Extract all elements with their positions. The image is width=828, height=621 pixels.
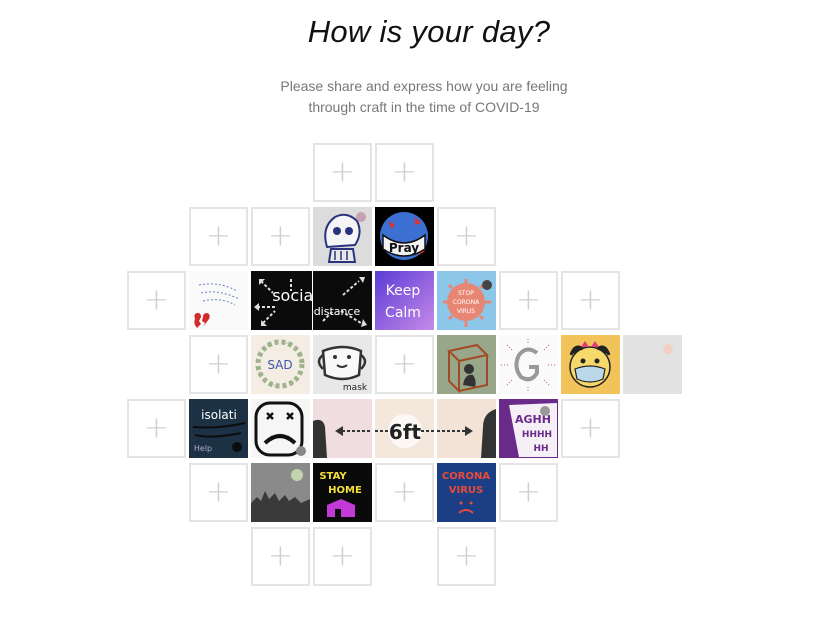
skull-drawing-icon bbox=[313, 207, 372, 266]
craft-tile-mask[interactable]: mask bbox=[313, 335, 372, 394]
tile-virus-text: VIRUS bbox=[457, 308, 475, 315]
add-tile-button[interactable]: + bbox=[313, 527, 372, 586]
add-tile-button[interactable]: + bbox=[561, 271, 620, 330]
tile-corona-title-text: CORONA bbox=[442, 471, 490, 482]
skyline-drawing-icon bbox=[251, 463, 310, 522]
tile-hhhh-text: HHHH bbox=[522, 430, 552, 440]
add-tile-button[interactable]: + bbox=[375, 143, 434, 202]
plus-icon: + bbox=[515, 281, 542, 317]
add-tile-button[interactable]: + bbox=[499, 463, 558, 522]
craft-tile-stop-corona[interactable]: STOP CORONA VIRUS bbox=[437, 271, 496, 330]
plus-icon: + bbox=[329, 537, 356, 573]
plus-icon: + bbox=[205, 345, 232, 381]
craft-tile-6ft-center[interactable]: 6ft bbox=[375, 399, 434, 458]
tile-help-text: Help bbox=[194, 444, 212, 453]
add-tile-button[interactable]: + bbox=[189, 207, 248, 266]
add-tile-button[interactable]: + bbox=[127, 399, 186, 458]
virus-drawing-icon: STOP CORONA VIRUS bbox=[437, 271, 496, 330]
craft-tile-mask-face[interactable] bbox=[561, 335, 620, 394]
craft-tile-6ft-right[interactable] bbox=[437, 399, 496, 458]
craft-tile-city-skyline[interactable] bbox=[251, 463, 310, 522]
tile-mask-text: mask bbox=[343, 383, 368, 393]
plus-icon: + bbox=[391, 153, 418, 189]
plus-icon: + bbox=[143, 409, 170, 445]
broken-heart-icon bbox=[189, 271, 248, 330]
tile-pray-text: Pray bbox=[389, 241, 419, 255]
add-tile-button[interactable]: + bbox=[561, 399, 620, 458]
plus-icon: + bbox=[267, 537, 294, 573]
craft-tile-sad-face[interactable] bbox=[251, 399, 310, 458]
craft-tile-isolation[interactable]: isolati Help bbox=[189, 399, 248, 458]
add-tile-button[interactable]: + bbox=[251, 207, 310, 266]
craft-tile-corona-virus[interactable]: CORONA VIRUS bbox=[437, 463, 496, 522]
tile-calm-text: Calm bbox=[385, 305, 421, 321]
craft-tile-aghh[interactable]: AGHH HHHH HH bbox=[499, 399, 558, 458]
plus-icon: + bbox=[453, 217, 480, 253]
tile-home-text: HOME bbox=[328, 485, 362, 496]
wreath-drawing-icon: SAD bbox=[251, 335, 310, 394]
tile-6ft-text: 6ft bbox=[389, 420, 422, 444]
craft-tile-sad-wreath[interactable]: SAD bbox=[251, 335, 310, 394]
page-subtitle: Please share and express how you are fee… bbox=[0, 76, 828, 118]
subtitle-line-2: through craft in the time of COVID-19 bbox=[308, 99, 540, 115]
craft-tile-letter-g[interactable] bbox=[499, 335, 558, 394]
plus-icon: + bbox=[391, 345, 418, 381]
plus-icon: + bbox=[205, 473, 232, 509]
plus-icon: + bbox=[391, 473, 418, 509]
craft-tile-placeholder[interactable] bbox=[623, 335, 682, 394]
sad-face-icon bbox=[251, 399, 310, 458]
plus-icon: + bbox=[329, 153, 356, 189]
craft-tile-person-in-box[interactable] bbox=[437, 335, 496, 394]
craft-tile-skull[interactable] bbox=[313, 207, 372, 266]
plus-icon: + bbox=[577, 409, 604, 445]
tile-keep-text: Keep bbox=[386, 283, 421, 299]
add-tile-button[interactable]: + bbox=[437, 207, 496, 266]
craft-tile-stay-home[interactable]: STAY HOME bbox=[313, 463, 372, 522]
masked-face-icon bbox=[561, 335, 620, 394]
add-tile-button[interactable]: + bbox=[437, 527, 496, 586]
page-title: How is your day? bbox=[307, 14, 551, 49]
craft-tile-pray[interactable]: Pray bbox=[375, 207, 434, 266]
add-tile-button[interactable]: + bbox=[499, 271, 558, 330]
tile-sad-text: SAD bbox=[267, 358, 292, 372]
plus-icon: + bbox=[515, 473, 542, 509]
tile-hh-text: HH bbox=[533, 444, 548, 454]
add-tile-button[interactable]: + bbox=[375, 463, 434, 522]
tile-distance-text: distance bbox=[314, 305, 361, 318]
craft-tile-social-distance-left[interactable]: social bbox=[251, 271, 312, 330]
plus-icon: + bbox=[143, 281, 170, 317]
plus-icon: + bbox=[205, 217, 232, 253]
tile-social-text: social bbox=[272, 286, 312, 305]
plus-icon: + bbox=[267, 217, 294, 253]
mask-drawing-icon: mask bbox=[313, 335, 372, 394]
tile-corona-text: CORONA bbox=[453, 299, 480, 306]
add-tile-button[interactable]: + bbox=[251, 527, 310, 586]
tile-isolation-text: isolati bbox=[201, 408, 237, 422]
craft-tile-social-distance-right[interactable]: distance bbox=[313, 271, 372, 330]
subtitle-line-1: Please share and express how you are fee… bbox=[280, 78, 568, 94]
add-tile-button[interactable]: + bbox=[189, 463, 248, 522]
letter-g-drawing-icon bbox=[499, 335, 558, 394]
add-tile-button[interactable]: + bbox=[313, 143, 372, 202]
plus-icon: + bbox=[577, 281, 604, 317]
tile-virus-title-text: VIRUS bbox=[449, 485, 483, 496]
craft-tile-6ft-left[interactable] bbox=[313, 399, 372, 458]
craft-tile-keep-calm[interactable]: Keep Calm bbox=[375, 271, 434, 330]
person-in-box-icon bbox=[437, 335, 496, 394]
craft-tile-broken-heart[interactable] bbox=[189, 271, 248, 330]
tile-stay-text: STAY bbox=[319, 471, 347, 482]
add-tile-button[interactable]: + bbox=[127, 271, 186, 330]
add-tile-button[interactable]: + bbox=[375, 335, 434, 394]
add-tile-button[interactable]: + bbox=[189, 335, 248, 394]
tile-stop-text: STOP bbox=[458, 290, 474, 297]
plus-icon: + bbox=[453, 537, 480, 573]
